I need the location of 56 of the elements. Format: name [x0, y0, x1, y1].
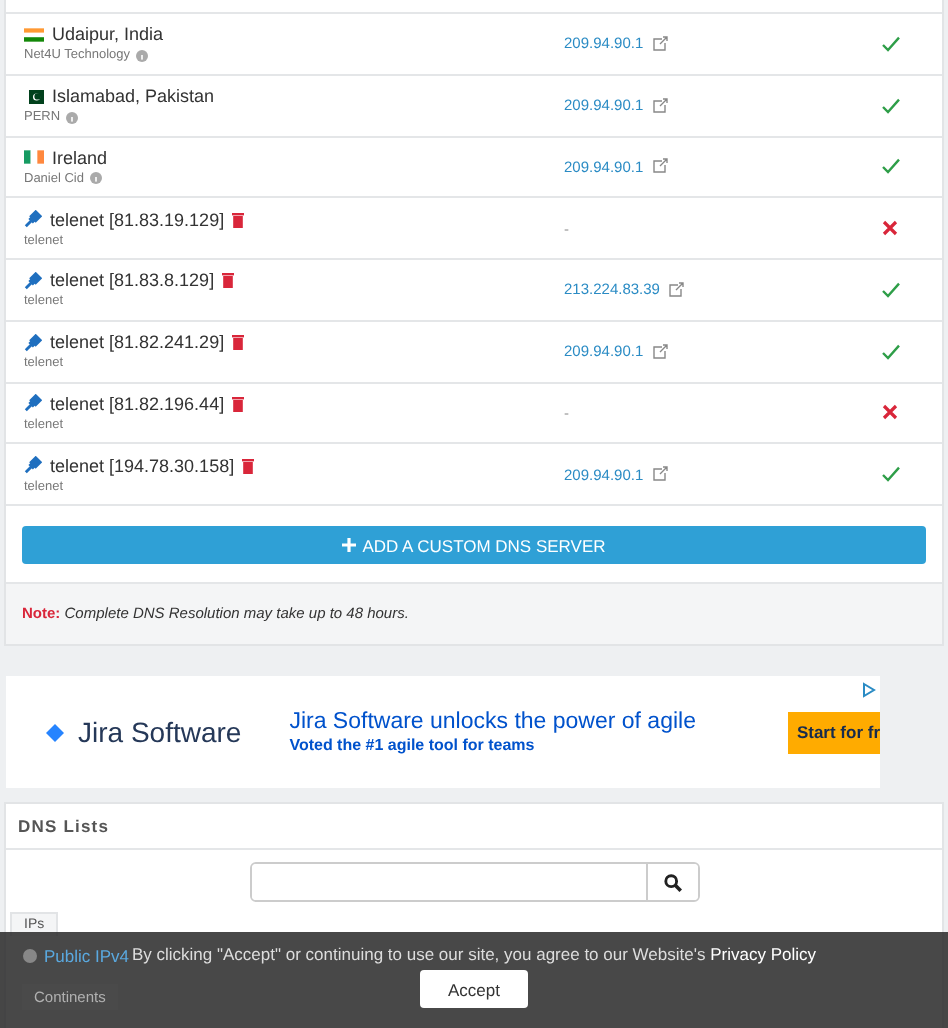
trash-icon[interactable] — [232, 211, 245, 228]
server-location: telenet [81.83.19.129] — [50, 209, 225, 230]
ad-subline: Voted the #1 agile tool for teams — [289, 736, 537, 754]
pin-icon — [24, 333, 42, 352]
trash-icon[interactable] — [232, 395, 245, 412]
globe-icon — [22, 948, 38, 964]
flag-icon — [24, 27, 44, 42]
server-location: telenet [81.83.8.129] — [50, 270, 215, 291]
server-location: Udaipur, India — [52, 24, 164, 45]
cross-icon — [882, 220, 898, 237]
pin-icon — [24, 456, 42, 475]
check-icon — [882, 35, 900, 52]
external-link-icon[interactable] — [667, 281, 684, 298]
check-icon — [882, 466, 900, 483]
check-icon — [882, 158, 900, 175]
external-link-icon[interactable] — [651, 35, 668, 52]
trash-icon[interactable] — [232, 334, 245, 351]
pin-icon — [24, 394, 42, 413]
check-icon — [882, 97, 900, 114]
add-dns-server-button[interactable]: ADD A CUSTOM DNS SERVER — [22, 526, 926, 564]
accept-button[interactable]: Accept — [420, 970, 528, 1008]
pin-icon — [24, 210, 42, 229]
server-location: Islamabad, Pakistan — [52, 86, 215, 107]
cross-icon — [882, 404, 898, 421]
privacy-policy-link[interactable]: Privacy Policy — [710, 944, 816, 964]
search-field[interactable] — [249, 862, 699, 902]
cta-button[interactable]: Start for fr — [788, 711, 880, 753]
plus-icon — [342, 538, 357, 552]
trash-icon[interactable] — [222, 272, 235, 289]
list-link[interactable]: Public IPv4 — [22, 946, 130, 966]
info-icon — [136, 49, 148, 62]
trash-icon[interactable] — [242, 457, 255, 474]
check-icon — [882, 343, 900, 360]
server-location: telenet [81.82.241.29] — [50, 332, 225, 353]
ad-choices-icon[interactable] — [862, 682, 876, 698]
server-location: Ireland — [52, 147, 108, 168]
cookie-text: By clicking "Accept" or continuing to use our site, you agree to our Website's Privacy Policy — [131, 944, 816, 964]
external-link-icon[interactable] — [651, 97, 668, 114]
external-link-icon[interactable] — [651, 466, 668, 483]
server-location: telenet [194.78.30.158] — [50, 455, 235, 476]
search-button[interactable] — [645, 864, 697, 900]
info-icon — [90, 172, 102, 185]
info-icon — [66, 111, 79, 124]
ad-headline: Jira Software unlocks the power of agile — [289, 710, 698, 734]
flag-icon — [24, 89, 44, 104]
external-link-icon[interactable] — [651, 343, 668, 360]
panel-title: DNS Lists — [6, 804, 942, 850]
search-icon — [663, 873, 681, 891]
flag-icon — [24, 150, 44, 165]
server-location: telenet [81.82.196.44] — [50, 393, 225, 414]
diamond-icon — [46, 723, 64, 741]
check-icon — [882, 281, 900, 298]
ad-banner[interactable]: Jira Software Jira Software unlocks the power of agile Voted the #1 agile tool for teams Start for fr — [6, 676, 880, 788]
external-link-icon[interactable] — [651, 158, 668, 175]
pin-icon — [24, 271, 42, 290]
brand-name: Jira Software — [78, 716, 242, 748]
